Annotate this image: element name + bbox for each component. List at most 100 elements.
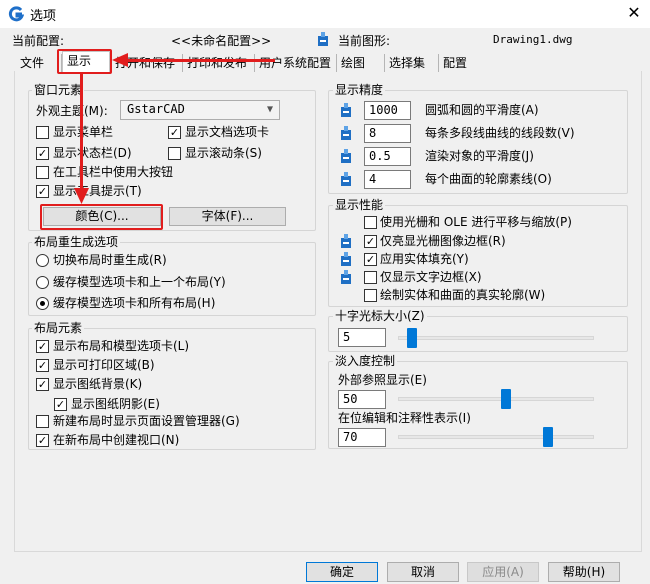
crosshair-slider-thumb[interactable]	[407, 328, 418, 348]
drawing-saved-icon	[341, 103, 351, 117]
cancel-button[interactable]: 取消	[387, 562, 459, 582]
inplace-fade-input[interactable]: 70	[338, 428, 386, 447]
current-drawing-value: Drawing1.dwg	[493, 33, 573, 46]
display-performance-title: 显示性能	[333, 198, 386, 212]
cache-all-layouts-radio[interactable]	[36, 297, 49, 310]
drawing-saved-icon	[341, 149, 351, 163]
current-profile-value: <<未命名配置>>	[171, 34, 272, 48]
current-drawing-label: 当前图形:	[338, 34, 391, 48]
show-scrollbars-label: 显示滚动条(S)	[185, 146, 262, 160]
cache-all-layouts-label: 缓存模型选项卡和所有布局(H)	[53, 296, 216, 310]
tab-drafting[interactable]: 绘图	[337, 54, 385, 72]
drawing-saved-icon	[341, 172, 351, 186]
show-layout-tabs-checkbox[interactable]	[36, 340, 49, 353]
regen-on-switch-label: 切换布局时重生成(R)	[53, 253, 167, 267]
show-page-setup-checkbox[interactable]	[36, 415, 49, 428]
inplace-fade-slider-track[interactable]	[398, 435, 594, 439]
fonts-button[interactable]: 字体(F)...	[169, 207, 286, 226]
show-paper-background-label: 显示图纸背景(K)	[53, 377, 143, 391]
show-doc-tabs-label: 显示文档选项卡	[185, 125, 270, 139]
show-paper-background-checkbox[interactable]	[36, 378, 49, 391]
window-title: 选项	[30, 9, 57, 24]
arrow-left-icon	[112, 53, 128, 67]
fade-control-title: 淡入度控制	[333, 354, 398, 368]
title-bar	[0, 0, 650, 28]
raster-frame-only-checkbox[interactable]	[364, 235, 377, 248]
show-doc-tabs-checkbox[interactable]	[168, 126, 181, 139]
large-buttons-checkbox[interactable]	[36, 166, 49, 179]
polyline-segments-input[interactable]: 8	[364, 124, 411, 143]
show-paper-shadow-checkbox[interactable]	[54, 398, 67, 411]
xref-fade-slider-thumb[interactable]	[501, 389, 512, 409]
tab-files[interactable]: 文件	[16, 54, 62, 72]
tab-user-preferences[interactable]: 用户系统配置	[255, 54, 337, 72]
gstarcad-logo-icon	[8, 6, 24, 22]
polyline-segments-label: 每条多段线曲线的线段数(V)	[425, 126, 575, 140]
xref-fade-input[interactable]: 50	[338, 390, 386, 409]
theme-select-value: GstarCAD	[127, 102, 185, 116]
inplace-fade-label: 在位编辑和注释性表示(I)	[338, 411, 471, 425]
xref-fade-label: 外部参照显示(E)	[338, 373, 427, 387]
tab-plot-publish[interactable]: 打印和发布	[183, 54, 255, 72]
current-profile-label: 当前配置:	[12, 34, 65, 48]
crosshair-title: 十字光标大小(Z)	[333, 309, 427, 323]
show-menubar-label: 显示菜单栏	[53, 125, 114, 139]
cache-last-layout-label: 缓存模型选项卡和上一个布局(Y)	[53, 275, 226, 289]
contour-lines-input[interactable]: 4	[364, 170, 411, 189]
show-menubar-checkbox[interactable]	[36, 126, 49, 139]
tab-profiles[interactable]: 配置	[439, 54, 481, 72]
annotation-highlight-colors	[40, 204, 163, 230]
crosshair-slider-track[interactable]	[398, 336, 594, 340]
theme-select[interactable]: GstarCAD ▼	[120, 100, 280, 120]
layout-regen-title: 布局重生成选项	[32, 235, 121, 249]
chevron-down-icon: ▼	[266, 104, 273, 115]
drawing-saved-icon	[341, 252, 351, 266]
render-smoothness-label: 渲染对象的平滑度(J)	[425, 149, 534, 163]
true-silhouettes-checkbox[interactable]	[364, 289, 377, 302]
show-printable-area-checkbox[interactable]	[36, 359, 49, 372]
arc-smoothness-input[interactable]: 1000	[364, 101, 411, 120]
theme-label: 外观主题(M):	[36, 104, 108, 118]
show-page-setup-label: 新建布局时显示页面设置管理器(G)	[53, 414, 240, 428]
drawing-saved-icon	[341, 234, 351, 248]
show-printable-area-label: 显示可打印区域(B)	[53, 358, 155, 372]
render-smoothness-input[interactable]: 0.5	[364, 147, 411, 166]
regen-on-switch-radio[interactable]	[36, 254, 49, 267]
tab-selection[interactable]: 选择集	[385, 54, 439, 72]
solid-fill-checkbox[interactable]	[364, 253, 377, 266]
show-statusbar-label: 显示状态栏(D)	[53, 146, 132, 160]
create-viewport-checkbox[interactable]	[36, 434, 49, 447]
crosshair-size-input[interactable]: 5	[338, 328, 386, 347]
drawing-saved-icon	[318, 32, 328, 46]
text-frame-only-label: 仅显示文字边框(X)	[380, 270, 482, 284]
large-buttons-label: 在工具栏中使用大按钮	[53, 165, 174, 179]
cache-last-layout-radio[interactable]	[36, 276, 49, 289]
close-icon[interactable]: ✕	[620, 2, 648, 24]
show-paper-shadow-label: 显示图纸阴影(E)	[71, 397, 160, 411]
drawing-saved-icon	[341, 270, 351, 284]
contour-lines-label: 每个曲面的轮廓素线(O)	[425, 172, 552, 186]
drawing-saved-icon	[341, 126, 351, 140]
display-resolution-title: 显示精度	[333, 83, 386, 97]
ok-button[interactable]: 确定	[306, 562, 378, 582]
create-viewport-label: 在新布局中创建视口(N)	[53, 433, 180, 447]
layout-elements-title: 布局元素	[32, 321, 85, 335]
text-frame-only-checkbox[interactable]	[364, 271, 377, 284]
arrow-down-icon	[74, 188, 89, 204]
show-tooltips-checkbox[interactable]	[36, 185, 49, 198]
help-button[interactable]: 帮助(H)	[548, 562, 620, 582]
show-scrollbars-checkbox[interactable]	[168, 147, 181, 160]
raster-ole-pan-checkbox[interactable]	[364, 216, 377, 229]
annotation-highlight-tab	[57, 49, 112, 74]
apply-button[interactable]: 应用(A)	[467, 562, 539, 582]
show-layout-tabs-label: 显示布局和模型选项卡(L)	[53, 339, 190, 353]
arc-smoothness-label: 圆弧和圆的平滑度(A)	[425, 103, 539, 117]
raster-ole-pan-label: 使用光栅和 OLE 进行平移与缩放(P)	[380, 215, 572, 229]
annotation-arrow-line	[80, 74, 83, 192]
inplace-fade-slider-thumb[interactable]	[542, 427, 553, 447]
raster-frame-only-label: 仅亮显光栅图像边框(R)	[380, 234, 506, 248]
true-silhouettes-label: 绘制实体和曲面的真实轮廓(W)	[380, 288, 546, 302]
show-statusbar-checkbox[interactable]	[36, 147, 49, 160]
xref-fade-slider-track[interactable]	[398, 397, 594, 401]
window-elements-title: 窗口元素	[32, 83, 85, 97]
